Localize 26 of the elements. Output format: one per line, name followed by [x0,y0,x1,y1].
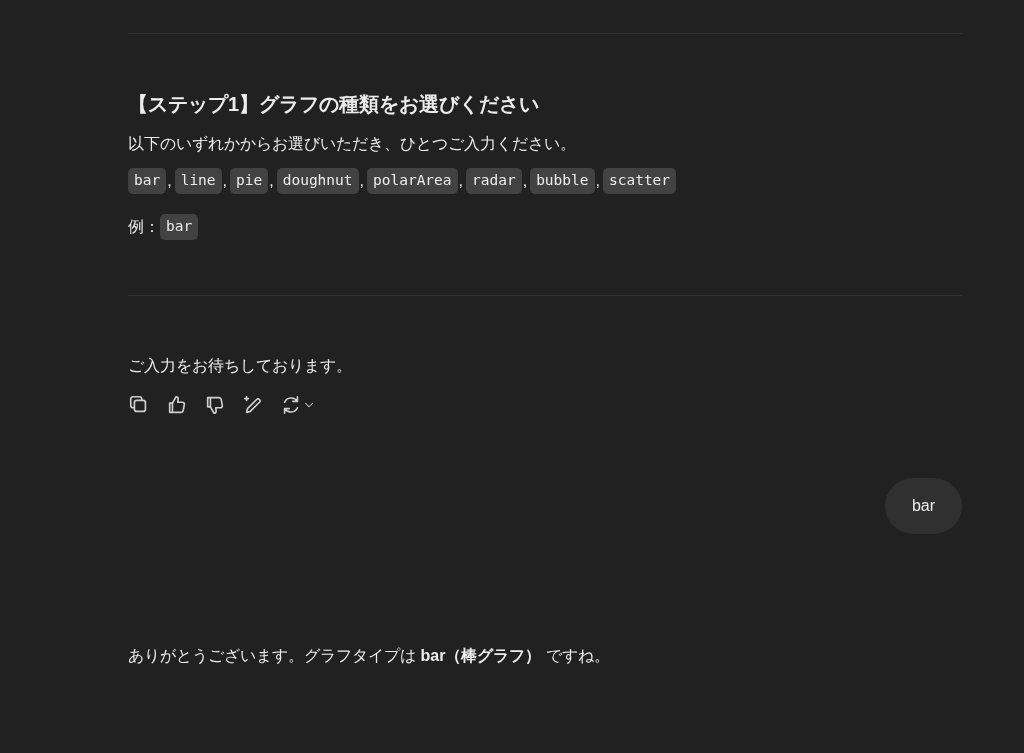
pencil-sparkle-icon [242,393,264,416]
comma-separator: , [595,170,600,191]
comma-separator: , [458,170,463,191]
comma-separator: , [522,170,528,191]
thumbs-up-icon [166,393,188,416]
step-heading: 【ステップ1】グラフの種類をお選びください [128,92,541,116]
comma-separator: , [167,170,172,191]
assistant-message: ありがとうございます。グラフタイプは bar（棒グラフ） ですね。 [128,645,611,666]
pencil-sparkle-button[interactable] [242,393,264,416]
code-chip: bar [160,213,199,240]
code-chip: radar [466,168,522,194]
code-chip: bar [128,168,167,194]
code-chip: doughnut [276,168,359,194]
thumbs-up-button[interactable] [166,393,188,416]
comma-separator: , [269,170,274,191]
example-label: 例： [128,216,160,237]
code-chip: line [174,168,222,194]
code-chip: polarArea [367,168,458,194]
code-chip: bubble [530,168,595,194]
user-message-bubble: bar [884,477,962,534]
code-chip: pie [230,168,269,194]
comma-separator: , [222,170,228,191]
code-chip: scatter [602,168,677,194]
assistant-message: ご入力をお待ちしております。 [128,355,353,376]
comma-separator: , [359,170,364,191]
instruction-text: 以下のいずれかからお選びいただき、ひとつご入力ください。 [128,134,577,154]
